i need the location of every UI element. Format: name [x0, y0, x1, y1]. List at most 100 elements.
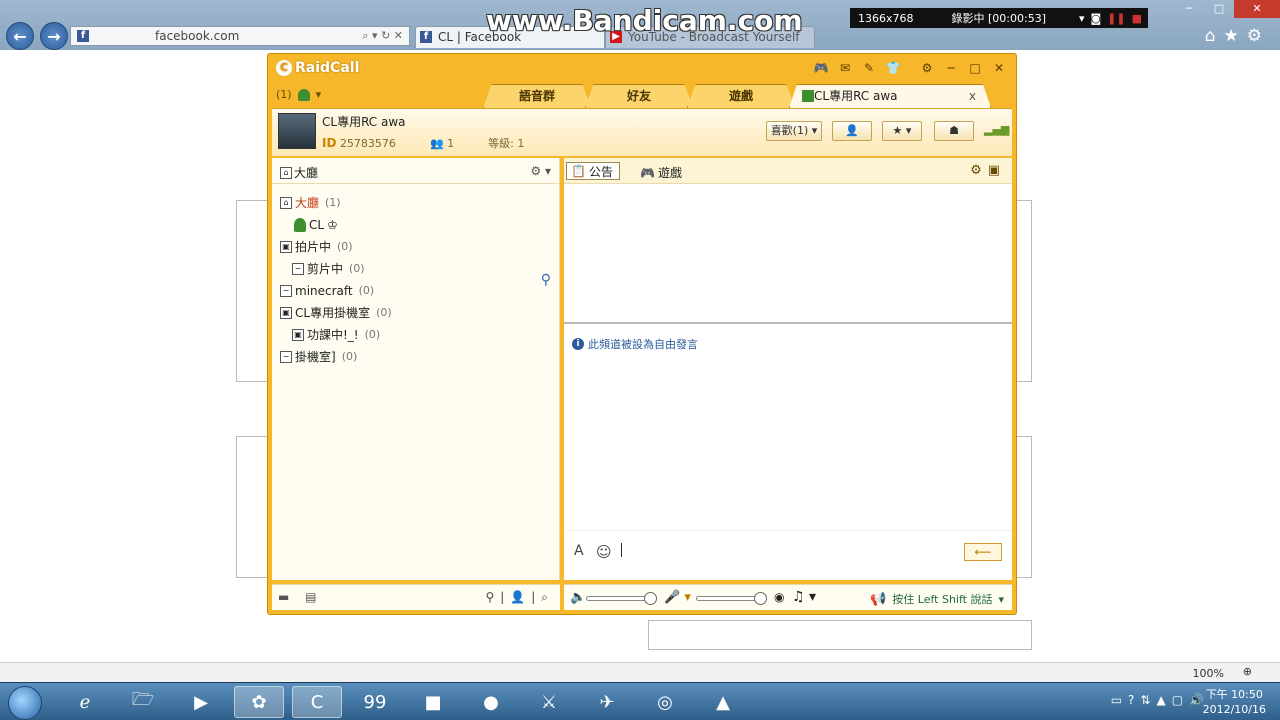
browser-status-bar: ⊕ 100% — [0, 662, 1280, 682]
zoom-level[interactable]: ⊕ 100% — [1193, 665, 1252, 680]
system-tray[interactable]: ▭?⇅▲▢🔊 — [1111, 693, 1210, 707]
raidcall-window: C RaidCall 🎮 ✉ ✎ 👕 ⚙ ─ □ ✕ (1) ▾ 語音群 好友 … — [267, 53, 1017, 615]
title-icons: 🎮 ✉ ✎ 👕 ⚙ ─ □ ✕ — [812, 60, 1008, 76]
browser-icon[interactable]: ✈ — [582, 686, 632, 718]
bandicam-recording: 錄影中 [00:00:53] — [951, 12, 1046, 25]
tab-voice-groups[interactable]: 語音群 — [483, 84, 591, 108]
start-button[interactable] — [8, 686, 42, 720]
slider-knob[interactable] — [644, 592, 657, 605]
channel-homework[interactable]: ▣ 功課中!_! (0) — [280, 324, 392, 346]
system-notice: i 此頻道被設為自由發言 — [572, 336, 698, 352]
channel-tree: ⌂ 大廳 (1) CL ♔ ▣ 拍片中 (0) − 剪片中 (0) − mine… — [280, 192, 392, 368]
media-player-icon[interactable]: ▶ — [176, 686, 226, 718]
channel-afk-cl[interactable]: ▣ CL專用掛機室 (0) — [280, 302, 392, 324]
lobby-tab[interactable]: ⌂ 大廳 — [280, 164, 318, 181]
channel-id: 25783576 — [339, 137, 396, 150]
camera-icon[interactable]: ◙ — [1090, 12, 1101, 25]
announcement-icon: 📋 — [571, 164, 586, 178]
pause-icon[interactable]: ❚❚ — [1107, 12, 1125, 25]
collapse-icon: − — [280, 285, 292, 297]
lock-icon: ▣ — [280, 307, 292, 319]
edit-icon[interactable]: ✎ — [860, 60, 878, 76]
chat-panel: 📋 公告 🎮 遊戲 ⚙▣ i 此頻道被設為自由發言 — [564, 158, 1012, 580]
app-icon[interactable]: ✿ — [234, 686, 284, 718]
ie-icon[interactable]: ℯ — [60, 686, 110, 718]
locate-user-search-icons[interactable]: ⚲|👤|⌕ — [485, 590, 554, 605]
star-icon: ★ — [892, 124, 903, 137]
raidcall-taskbar-icon[interactable]: C — [292, 686, 342, 718]
lock-icon: ▣ — [292, 329, 304, 341]
channel-tools-icon[interactable]: ⚙ ▾ — [530, 164, 551, 178]
game-icon[interactable]: ⚔ — [524, 686, 574, 718]
member-count: 1 — [447, 136, 455, 150]
gamepad-icon[interactable]: 🎮 — [812, 60, 830, 76]
tab-games-panel[interactable]: 🎮 遊戲 — [640, 164, 682, 181]
bandicam-icon[interactable]: ● — [466, 686, 516, 718]
channel-avatar[interactable] — [278, 113, 316, 149]
minecraft-icon[interactable]: ■ — [408, 686, 458, 718]
slider-knob[interactable] — [754, 592, 767, 605]
send-button[interactable]: ⟵ — [964, 543, 1002, 561]
chevron-down-icon: ▾ — [315, 88, 322, 101]
members-button[interactable]: 👤 — [832, 121, 872, 141]
channel-lobby[interactable]: ⌂ 大廳 (1) — [280, 192, 392, 214]
app-99-icon[interactable]: 99 — [350, 686, 400, 718]
font-format-icon[interactable]: A — [574, 543, 584, 559]
chat-input-area[interactable]: A ☺ ⟵ — [566, 530, 1012, 576]
maximize-icon[interactable]: □ — [966, 60, 984, 76]
minimize-icon[interactable]: ─ — [942, 60, 960, 76]
star-button[interactable]: ★ ▾ — [882, 121, 922, 141]
raidcall-titlebar: C RaidCall 🎮 ✉ ✎ 👕 ⚙ ─ □ ✕ — [268, 54, 1016, 84]
file-explorer-icon[interactable]: 🗁 — [118, 686, 168, 718]
dropdown-icon[interactable]: ▾ — [1079, 12, 1085, 25]
members-icon: 👥 — [429, 136, 444, 150]
crown-icon: ♔ — [327, 218, 338, 232]
tab-games[interactable]: 遊戲 — [687, 84, 795, 108]
shirt-icon[interactable]: 👕 — [884, 60, 902, 76]
push-to-talk-mode[interactable]: 📢 按住 Left Shift 說話 ▾ — [870, 591, 1004, 607]
tab-announcement[interactable]: 📋 公告 — [566, 162, 620, 180]
settings-icon[interactable]: ⚙ — [918, 60, 936, 76]
user-status[interactable]: (1) ▾ — [276, 88, 321, 101]
music-icon[interactable]: ♫ ▾ — [792, 589, 816, 605]
tab-channel[interactable]: CL專用RC awa x — [789, 84, 991, 108]
window-controls: ─ □ ✕ — [1174, 0, 1280, 18]
volume-slider[interactable] — [586, 592, 657, 605]
reception-button[interactable]: ☗ — [934, 121, 974, 141]
channel-minecraft[interactable]: − minecraft (0) — [280, 280, 392, 302]
address-actions-icon[interactable]: ⌕ ▾ ↻ ✕ — [362, 29, 403, 43]
channel-filming[interactable]: ▣ 拍片中 (0) — [280, 236, 392, 258]
chrome-icon[interactable]: ◎ — [640, 686, 690, 718]
maximize-button[interactable]: □ — [1204, 0, 1234, 18]
emoji-icon[interactable]: ☺ — [596, 543, 612, 561]
close-button[interactable]: ✕ — [1234, 0, 1280, 18]
raidcall-logo: C RaidCall — [276, 60, 359, 76]
signal-icon: ▂▄▆ — [984, 123, 1010, 136]
clock[interactable]: 下午 10:50 2012/10/16 — [1203, 687, 1266, 717]
close-icon[interactable]: ✕ — [990, 60, 1008, 76]
notification-icon[interactable]: ✉ — [836, 60, 854, 76]
location-pin-icon[interactable]: ⚲ — [541, 272, 551, 288]
forward-button[interactable]: → — [40, 22, 68, 50]
address-bar[interactable]: f facebook.com ⌕ ▾ ↻ ✕ — [70, 26, 410, 46]
close-icon[interactable]: x — [969, 85, 976, 107]
collapse-expand-icons[interactable]: ▬ ▤ — [278, 590, 323, 604]
microphone-icon[interactable]: 🎤 ▾ — [664, 590, 691, 605]
megaphone-icon: 📢 — [870, 591, 887, 607]
user-cl[interactable]: CL ♔ — [280, 214, 392, 236]
speaker-icon[interactable]: 🔈 — [570, 590, 586, 605]
channel-name: CL專用RC awa — [322, 115, 406, 129]
stop-icon[interactable]: ■ — [1132, 12, 1142, 25]
record-icon[interactable]: ◉ — [774, 590, 784, 604]
favorite-dropdown[interactable]: 喜歡(1) ▾ — [766, 121, 822, 141]
facebook-favicon-icon: f — [420, 31, 432, 43]
channel-editing[interactable]: − 剪片中 (0) — [280, 258, 392, 280]
app-icon[interactable]: ▲ — [698, 686, 748, 718]
back-button[interactable]: ← — [6, 22, 34, 50]
chat-tools-icons[interactable]: ⚙▣ — [970, 163, 1006, 178]
tab-friends[interactable]: 好友 — [585, 84, 693, 108]
channel-afk[interactable]: − 掛機室] (0) — [280, 346, 392, 368]
minimize-button[interactable]: ─ — [1174, 0, 1204, 18]
browser-home-fav-settings-icons[interactable]: ⌂★⚙ — [1205, 26, 1270, 46]
mic-volume-slider[interactable] — [696, 592, 767, 605]
